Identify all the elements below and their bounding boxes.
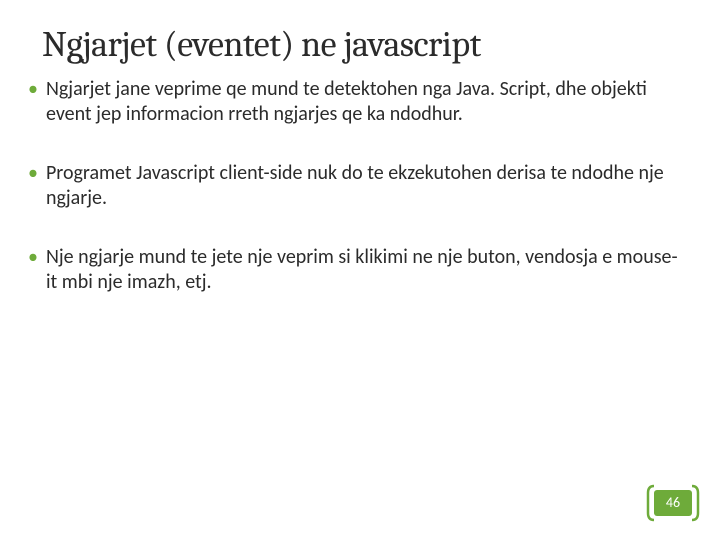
slide-body: • Ngjarjet jane veprime qe mund te detek…: [0, 65, 720, 295]
bullet-item: • Programet Javascript client-side nuk d…: [28, 161, 684, 211]
slide: Ngjarjet (eventet) ne javascript • Ngjar…: [0, 0, 720, 540]
bullet-item: • Ngjarjet jane veprime qe mund te detek…: [28, 77, 684, 127]
bullet-text: Ngjarjet jane veprime qe mund te detekto…: [46, 77, 684, 127]
bullet-item: • Nje ngjarje mund te jete nje veprim si…: [28, 245, 684, 295]
page-number: 46: [666, 494, 680, 511]
bullet-icon: •: [28, 77, 38, 127]
bullet-icon: •: [28, 245, 38, 295]
bullet-text: Programet Javascript client-side nuk do …: [46, 161, 684, 211]
bullet-icon: •: [28, 161, 38, 211]
slide-title: Ngjarjet (eventet) ne javascript: [0, 0, 720, 65]
page-number-badge: 46: [644, 484, 702, 522]
bullet-text: Nje ngjarje mund te jete nje veprim si k…: [46, 245, 684, 295]
